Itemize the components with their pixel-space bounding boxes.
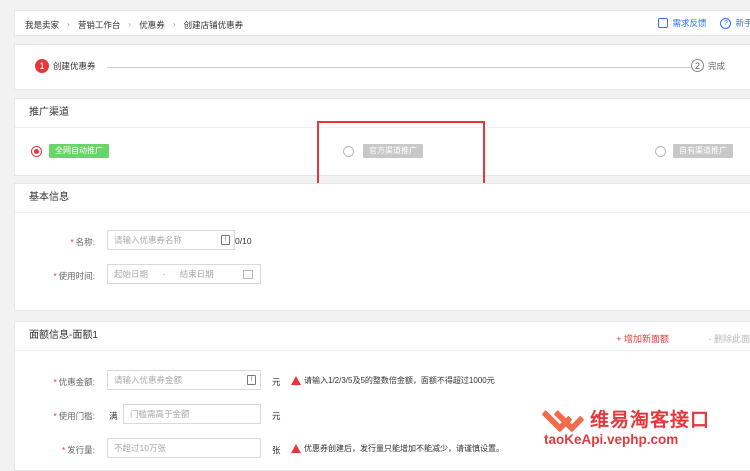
warning-icon [291, 444, 301, 453]
channel-option-auto[interactable]: 全网自动推广 [49, 144, 109, 158]
question-icon: ? [720, 18, 731, 29]
step-connector [107, 67, 691, 68]
add-face-value-link[interactable]: + 增加新面额 [616, 332, 669, 345]
end-date-field[interactable]: 结束日期 [180, 269, 214, 279]
warning-icon [291, 376, 301, 385]
issue-input[interactable]: 不超过10万张 [107, 438, 261, 458]
breadcrumb: 我是卖家 › 营销工作台 › 优惠券 › 创建店铺优惠券 [25, 19, 243, 31]
breadcrumb-item[interactable]: 营销工作台 [78, 19, 121, 31]
breadcrumb-separator: › [128, 19, 131, 31]
issue-unit: 张 [272, 444, 281, 456]
feedback-link[interactable]: 需求反馈 [658, 17, 706, 29]
breadcrumb-item[interactable]: 我是卖家 [25, 19, 59, 31]
required-mark: * [53, 411, 56, 421]
amount-unit: 元 [272, 376, 281, 388]
basic-info-section: 基本信息 *名称: 请输入优惠券名称 ! 0/10 *使用时间: 起始日期 - … [14, 183, 750, 311]
breadcrumb-item[interactable]: 优惠券 [139, 19, 165, 31]
name-label: *名称: [15, 236, 95, 248]
help-label: 新手动 [735, 17, 750, 29]
delete-face-value-link[interactable]: - 删除此面额 [709, 332, 750, 345]
watermark-title: 维易淘客接口 [590, 405, 710, 432]
breadcrumb-separator: › [173, 19, 176, 31]
top-links: 需求反馈 ? 新手动 [658, 17, 750, 29]
step-progress: 1 创建优惠券 2 完成 [14, 44, 750, 90]
date-range-input[interactable]: 起始日期 - 结束日期 [107, 264, 261, 284]
required-mark: * [53, 271, 56, 281]
name-input[interactable]: 请输入优惠券名称 [107, 230, 235, 250]
radio-auto[interactable] [31, 146, 42, 157]
threshold-prefix: 满 [109, 410, 118, 422]
text-count-icon: ! [221, 235, 230, 245]
step-2: 2 完成 [691, 59, 725, 72]
date-separator: - [162, 269, 165, 279]
required-mark: * [62, 445, 65, 455]
step-label: 完成 [708, 60, 725, 72]
amount-label: *优惠金额: [15, 376, 95, 388]
section-title: 基本信息 [15, 184, 750, 213]
threshold-label: *使用门槛: [15, 410, 95, 422]
step-number: 1 [35, 59, 49, 73]
required-mark: * [53, 377, 56, 387]
stepper-icon: ! [247, 375, 256, 385]
step-1: 1 创建优惠券 [35, 59, 96, 73]
calendar-icon[interactable] [243, 270, 253, 279]
edit-icon [658, 18, 668, 28]
radio-own[interactable] [655, 146, 666, 157]
channel-option-own[interactable]: 自有渠道推广 [673, 144, 733, 158]
threshold-input[interactable]: 门槛需高于金额 [123, 404, 261, 424]
name-char-count: 0/10 [235, 236, 252, 246]
watermark: 维易淘客接口 taoKeApi.vephp.com [542, 402, 742, 452]
step-number: 2 [691, 59, 704, 72]
breadcrumb-bar: 我是卖家 › 营销工作台 › 优惠券 › 创建店铺优惠券 需求反馈 ? 新手动 [14, 10, 750, 36]
issue-label: *发行量: [15, 444, 95, 456]
start-date-field[interactable]: 起始日期 [114, 269, 148, 279]
watermark-url: taoKeApi.vephp.com [544, 432, 678, 447]
breadcrumb-current: 创建店铺优惠券 [184, 19, 244, 31]
amount-input[interactable]: 请输入优惠券金额 [107, 370, 261, 390]
feedback-label: 需求反馈 [672, 17, 706, 29]
step-label: 创建优惠券 [53, 60, 96, 72]
threshold-unit: 元 [272, 410, 281, 422]
watermark-logo-icon [542, 406, 578, 430]
amount-hint: 请输入1/2/3/5及5的整数倍金额，面额不得超过1000元 [291, 375, 495, 386]
help-link[interactable]: ? 新手动 [720, 17, 750, 29]
breadcrumb-separator: › [67, 19, 70, 31]
issue-hint: 优惠券创建后，发行量只能增加不能减少，请谨慎设置。 [291, 443, 504, 454]
time-label: *使用时间: [15, 270, 95, 282]
required-mark: * [70, 237, 73, 247]
